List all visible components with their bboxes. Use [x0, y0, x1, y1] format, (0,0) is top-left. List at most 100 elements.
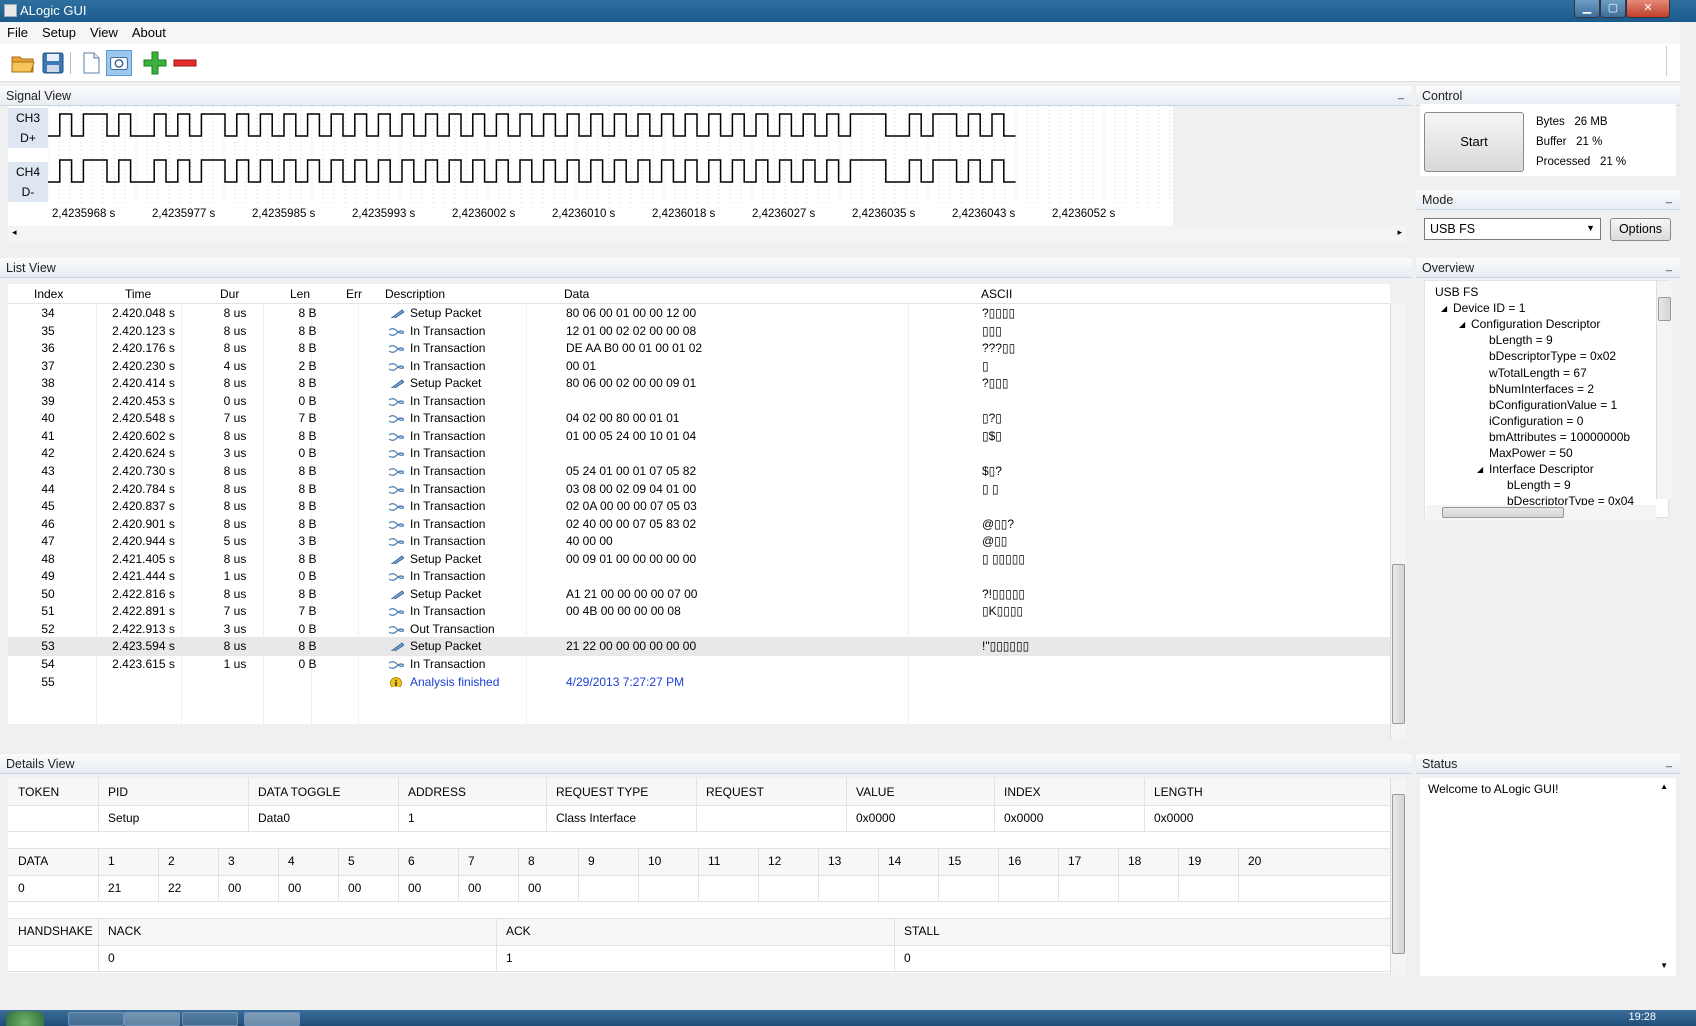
table-row[interactable]: 37 2.420.230 s 4 us 2 B In Transaction 00 01 ▯: [8, 357, 1390, 376]
column-ascii[interactable]: ASCII: [981, 287, 1012, 301]
row-time: 2.420.123 s: [112, 323, 175, 338]
taskbar-explorer-icon[interactable]: [68, 1012, 124, 1026]
open-folder-icon[interactable]: [10, 50, 36, 76]
list-vertical-scrollbar[interactable]: [1390, 304, 1406, 740]
row-index: 38: [41, 376, 55, 391]
menu-setup[interactable]: Setup: [35, 22, 83, 43]
details-scroll-thumb[interactable]: [1392, 794, 1405, 954]
table-row[interactable]: 40 2.420.548 s 7 us 7 B In Transaction 04 02 …: [8, 409, 1390, 428]
menu-view[interactable]: View: [83, 22, 125, 43]
start-orb-icon[interactable]: [6, 1011, 44, 1026]
snapshot-icon[interactable]: [106, 50, 132, 76]
row-ascii: ▯ ▯: [982, 481, 999, 496]
overview-horizontal-scrollbar[interactable]: [1426, 505, 1656, 521]
tree-node[interactable]: bNumInterfaces = 2: [1489, 382, 1594, 396]
tree-expander-icon[interactable]: ◢: [1477, 465, 1483, 474]
column-index[interactable]: Index: [34, 287, 63, 301]
tree-node[interactable]: Configuration Descriptor: [1471, 317, 1600, 331]
details-vertical-scrollbar[interactable]: [1390, 778, 1406, 975]
signal-view[interactable]: CH3 D+ CH4 D- 2,4235968 s 2,4235977 s 2,42…: [8, 106, 1173, 226]
table-row[interactable]: 49 2.421.444 s 1 us 0 B In Transaction: [8, 567, 1390, 586]
row-duration: 8 us: [223, 376, 247, 391]
table-row[interactable]: 38 2.420.414 s 8 us 8 B Setup Packet 80 06 00…: [8, 374, 1390, 393]
tree-node[interactable]: iConfiguration = 0: [1489, 414, 1583, 428]
tree-node[interactable]: USB FS: [1435, 285, 1478, 299]
overview-tree[interactable]: USB FS ◢ Device ID = 1 ◢ Configuration Descr…: [1424, 280, 1669, 518]
table-row[interactable]: 41 2.420.602 s 8 us 8 B In Transaction 01 00 …: [8, 427, 1390, 446]
signal-horizontal-scrollbar[interactable]: ◂ ▸: [8, 226, 1406, 242]
table-row[interactable]: 44 2.420.784 s 8 us 8 B In Transaction 03 08 …: [8, 480, 1390, 499]
transaction-list[interactable]: 34 2.420.048 s 8 us 8 B Setup Packet 80 06 00…: [8, 304, 1390, 724]
toolbar-overflow[interactable]: [1666, 46, 1678, 76]
tree-node[interactable]: bConfigurationValue = 1: [1489, 398, 1617, 412]
tree-node[interactable]: Interface Descriptor: [1489, 462, 1594, 476]
table-row[interactable]: 42 2.420.624 s 3 us 0 B In Transaction: [8, 444, 1390, 463]
table-row[interactable]: 53 2.423.594 s 8 us 8 B Setup Packet 21 22 00…: [8, 637, 1390, 657]
table-row[interactable]: 45 2.420.837 s 8 us 8 B In Transaction 02 0A …: [8, 497, 1390, 516]
tree-expander-icon[interactable]: ◢: [1441, 304, 1447, 313]
tree-node[interactable]: bLength = 9: [1507, 478, 1571, 492]
column-dur[interactable]: Dur: [220, 287, 239, 301]
collapse-icon[interactable]: _: [1398, 88, 1404, 100]
menu-about[interactable]: About: [125, 22, 173, 43]
table-row[interactable]: 34 2.420.048 s 8 us 8 B Setup Packet 80 06 00…: [8, 304, 1390, 323]
data-value: 00: [468, 881, 482, 895]
minimize-button[interactable]: ▁: [1574, 0, 1600, 18]
start-button[interactable]: Start: [1424, 112, 1524, 172]
taskbar-paint-icon[interactable]: [182, 1012, 238, 1026]
close-button[interactable]: ✕: [1626, 0, 1670, 18]
table-row[interactable]: 50 2.422.816 s 8 us 8 B Setup Packet A1 21 00…: [8, 585, 1390, 604]
table-row[interactable]: 35 2.420.123 s 8 us 8 B In Transaction 12 01 …: [8, 322, 1390, 341]
overview-vertical-scrollbar[interactable]: [1656, 281, 1672, 499]
table-row[interactable]: 39 2.420.453 s 0 us 0 B In Transaction: [8, 392, 1390, 411]
table-row[interactable]: 54 2.423.615 s 1 us 0 B In Transaction: [8, 655, 1390, 674]
time-tick-label: 2,4236018 s: [652, 208, 716, 220]
tree-node[interactable]: Device ID = 1: [1453, 301, 1525, 315]
taskbar-firefox-icon[interactable]: [124, 1012, 180, 1026]
remove-icon[interactable]: [172, 50, 198, 76]
column-err[interactable]: Err: [346, 287, 362, 301]
overview-hscroll-thumb[interactable]: [1442, 507, 1564, 518]
collapse-icon[interactable]: _: [1666, 756, 1672, 768]
grid-line: [98, 848, 99, 901]
row-index: 55: [41, 674, 55, 689]
list-scroll-thumb[interactable]: [1392, 564, 1405, 724]
table-row[interactable]: 43 2.420.730 s 8 us 8 B In Transaction 05 24 …: [8, 462, 1390, 481]
status-scroll-down[interactable]: ▼: [1660, 961, 1668, 970]
table-row[interactable]: 36 2.420.176 s 8 us 8 B In Transaction DE AA …: [8, 339, 1390, 358]
column-time[interactable]: Time: [125, 287, 151, 301]
mode-dropdown[interactable]: USB FS ▼: [1424, 218, 1601, 240]
table-row[interactable]: 47 2.420.944 s 5 us 3 B In Transaction 40 00 …: [8, 532, 1390, 551]
taskbar-alogic-icon[interactable]: [244, 1012, 300, 1026]
menu-file[interactable]: File: [0, 22, 35, 43]
new-document-icon[interactable]: [78, 50, 104, 76]
add-icon[interactable]: [142, 50, 168, 76]
collapse-icon[interactable]: _: [1666, 192, 1672, 204]
table-row[interactable]: 55 Analysis finished 4/29/2013 7:27:27 PM: [8, 673, 1390, 692]
row-data: 05 24 01 00 01 07 05 82: [566, 463, 697, 478]
table-row[interactable]: 51 2.422.891 s 7 us 7 B In Transaction 00 4B …: [8, 602, 1390, 621]
waveform-plot[interactable]: [48, 106, 1173, 206]
options-button[interactable]: Options: [1610, 218, 1671, 241]
transaction-icon: [388, 661, 404, 669]
row-duration: 1 us: [223, 657, 247, 671]
tree-node[interactable]: MaxPower = 50: [1489, 446, 1573, 460]
grid-line: [98, 778, 99, 831]
column-len[interactable]: Len: [290, 287, 310, 301]
tree-node[interactable]: bmAttributes = 10000000b: [1489, 430, 1630, 444]
collapse-icon[interactable]: _: [1666, 260, 1672, 272]
tree-node[interactable]: bDescriptorType = 0x02: [1489, 349, 1616, 363]
tree-node[interactable]: wTotalLength = 67: [1489, 366, 1587, 380]
row-ascii: ▯$▯: [982, 428, 1002, 443]
tree-node[interactable]: bLength = 9: [1489, 333, 1553, 347]
table-row[interactable]: 48 2.421.405 s 8 us 8 B Setup Packet 00 09 01…: [8, 550, 1390, 569]
maximize-button[interactable]: ▢: [1600, 0, 1626, 18]
table-row[interactable]: 46 2.420.901 s 8 us 8 B In Transaction 02 40 …: [8, 515, 1390, 534]
overview-scroll-thumb[interactable]: [1658, 297, 1671, 321]
column-description[interactable]: Description: [385, 287, 445, 301]
column-data[interactable]: Data: [564, 287, 589, 301]
save-icon[interactable]: [40, 50, 66, 76]
table-row[interactable]: 52 2.422.913 s 3 us 0 B Out Transaction: [8, 620, 1390, 639]
status-scroll-up[interactable]: ▲: [1660, 782, 1668, 791]
tree-expander-icon[interactable]: ◢: [1459, 320, 1465, 329]
